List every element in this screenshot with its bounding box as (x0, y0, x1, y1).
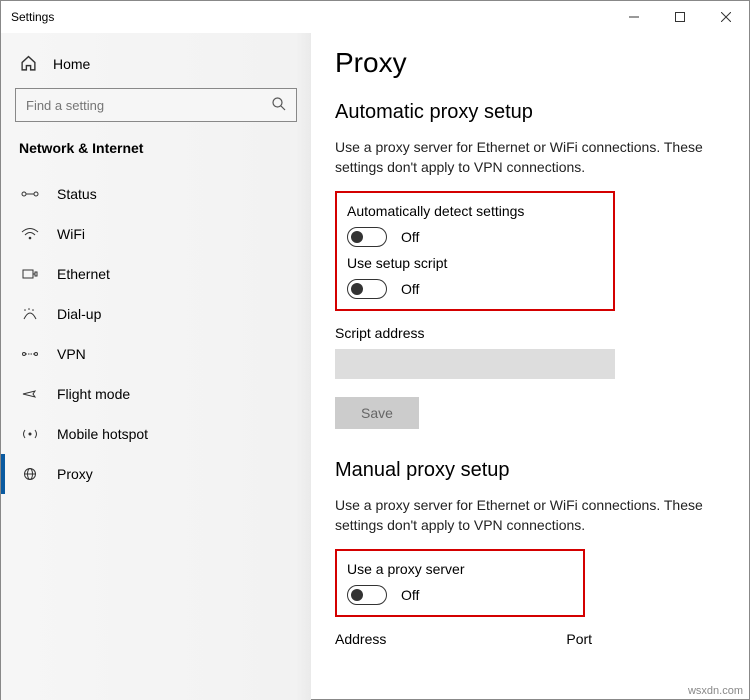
close-button[interactable] (703, 1, 749, 33)
manual-highlight-box: Use a proxy server Off (335, 549, 585, 617)
home-nav[interactable]: Home (15, 51, 297, 84)
minimize-button[interactable] (611, 1, 657, 33)
airplane-icon (21, 387, 39, 401)
home-icon (19, 55, 37, 72)
use-proxy-toggle[interactable] (347, 585, 387, 605)
sidebar-item-label: Mobile hotspot (57, 426, 148, 442)
save-button[interactable]: Save (335, 397, 419, 429)
sidebar-item-flightmode[interactable]: Flight mode (15, 374, 297, 414)
auto-section-heading: Automatic proxy setup (335, 101, 725, 124)
sidebar-item-label: Proxy (57, 466, 93, 482)
sidebar-item-label: Ethernet (57, 266, 110, 282)
setup-script-state: Off (401, 281, 419, 297)
sidebar-item-label: VPN (57, 346, 86, 362)
status-icon (21, 187, 39, 201)
detect-settings-toggle[interactable] (347, 227, 387, 247)
setup-script-toggle[interactable] (347, 279, 387, 299)
auto-section-desc: Use a proxy server for Ethernet or WiFi … (335, 138, 715, 177)
auto-highlight-box: Automatically detect settings Off Use se… (335, 191, 615, 311)
watermark: wsxdn.com (688, 685, 743, 697)
port-label: Port (566, 631, 592, 647)
sidebar-item-ethernet[interactable]: Ethernet (15, 254, 297, 294)
sidebar-item-label: Flight mode (57, 386, 130, 402)
titlebar: Settings (1, 1, 749, 33)
sidebar-item-status[interactable]: Status (15, 174, 297, 214)
window-controls (611, 1, 749, 33)
sidebar-item-hotspot[interactable]: Mobile hotspot (15, 414, 297, 454)
detect-settings-state: Off (401, 229, 419, 245)
globe-icon (21, 467, 39, 481)
setup-script-label: Use setup script (347, 255, 601, 271)
sidebar: Home Network & Internet Status WiFi Ethe… (1, 33, 311, 700)
home-label: Home (53, 56, 90, 72)
script-address-input[interactable] (335, 349, 615, 379)
manual-section-desc: Use a proxy server for Ethernet or WiFi … (335, 496, 715, 535)
window-title: Settings (11, 10, 54, 24)
hotspot-icon (21, 427, 39, 441)
sidebar-item-vpn[interactable]: VPN (15, 334, 297, 374)
manual-section-heading: Manual proxy setup (335, 459, 725, 482)
sidebar-item-label: Dial-up (57, 306, 101, 322)
sidebar-item-dialup[interactable]: Dial-up (15, 294, 297, 334)
search-box[interactable] (15, 88, 297, 122)
search-icon (271, 96, 287, 112)
sidebar-item-proxy[interactable]: Proxy (15, 454, 297, 494)
sidebar-item-wifi[interactable]: WiFi (15, 214, 297, 254)
maximize-button[interactable] (657, 1, 703, 33)
sidebar-item-label: WiFi (57, 226, 85, 242)
page-title: Proxy (335, 47, 725, 79)
vpn-icon (21, 347, 39, 361)
main-content: Proxy Automatic proxy setup Use a proxy … (311, 33, 749, 700)
sidebar-item-label: Status (57, 186, 97, 202)
use-proxy-state: Off (401, 587, 419, 603)
dialup-icon (21, 307, 39, 321)
script-address-label: Script address (335, 325, 725, 341)
wifi-icon (21, 227, 39, 241)
address-label: Address (335, 631, 386, 647)
use-proxy-label: Use a proxy server (347, 561, 571, 577)
detect-settings-label: Automatically detect settings (347, 203, 601, 219)
category-header: Network & Internet (19, 140, 297, 156)
ethernet-icon (21, 267, 39, 281)
search-input[interactable] (15, 88, 297, 122)
